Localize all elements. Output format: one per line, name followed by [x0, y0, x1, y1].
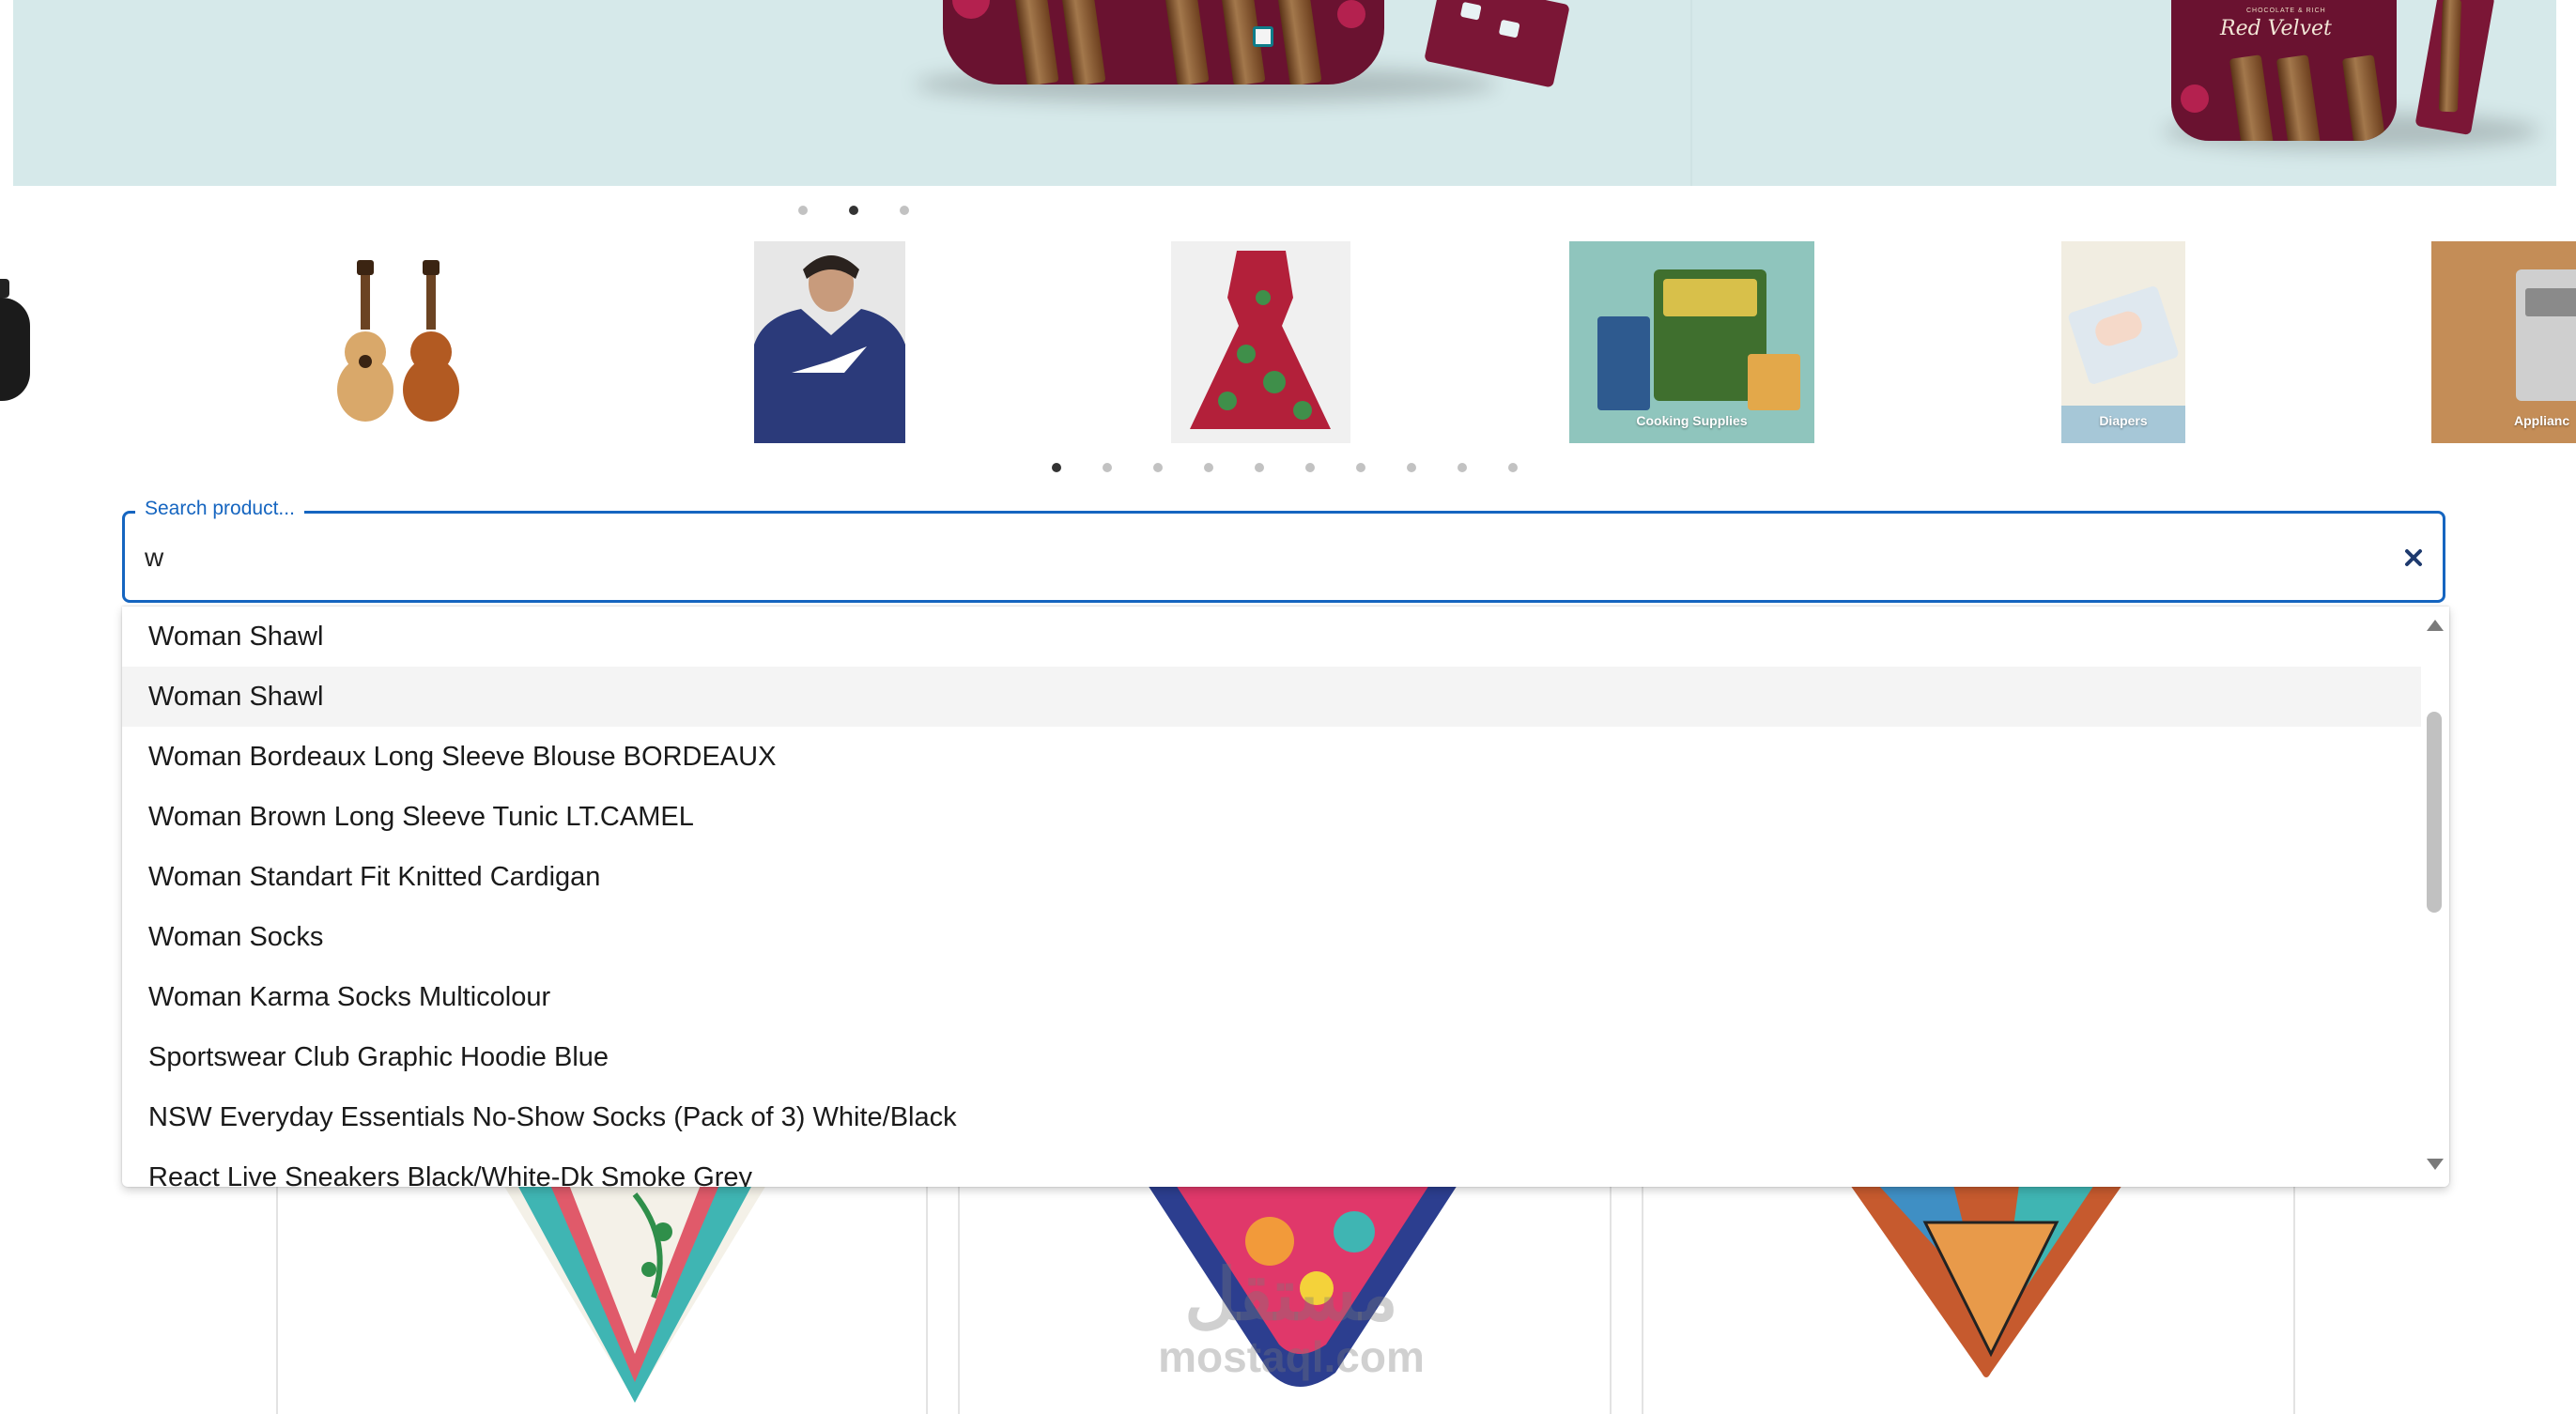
carousel-dot[interactable]: [900, 206, 909, 215]
carousel-dot[interactable]: [1458, 463, 1467, 472]
product-tub-image: [943, 0, 1384, 85]
category-appliances[interactable]: Applianc: [2431, 241, 2576, 443]
result-option[interactable]: Woman Standart Fit Knitted Cardigan: [122, 847, 2421, 907]
carousel-dot[interactable]: [1508, 463, 1518, 472]
result-option-highlighted[interactable]: Woman Shawl: [122, 667, 2421, 727]
dress-icon: [1190, 251, 1331, 429]
hero-banner[interactable]: CHOCOLATE & RICH Red Velvet: [13, 0, 2556, 186]
result-option[interactable]: Woman Bordeaux Long Sleeve Blouse BORDEA…: [122, 727, 2421, 787]
category-label: Diapers: [2099, 413, 2148, 428]
shawl-image: [503, 1185, 766, 1403]
close-icon[interactable]: [2400, 545, 2427, 571]
carousel-dot[interactable]: [1103, 463, 1112, 472]
search-results-dropdown: Woman Shawl Woman Shawl Woman Bordeaux L…: [122, 607, 2449, 1187]
watermark: مستقل mostaql.com: [1132, 1255, 1451, 1381]
carousel-dot[interactable]: [1407, 463, 1416, 472]
scroll-down-icon[interactable]: [2427, 1159, 2444, 1170]
carousel-dot[interactable]: [1305, 463, 1315, 472]
result-option[interactable]: Woman Brown Long Sleeve Tunic LT.CAMEL: [122, 787, 2421, 847]
category-guitars[interactable]: [319, 241, 479, 443]
result-option[interactable]: NSW Everyday Essentials No-Show Socks (P…: [122, 1087, 2421, 1147]
category-label: Applianc: [2514, 413, 2570, 428]
category-speaker[interactable]: [0, 241, 38, 443]
product-card[interactable]: [1642, 1185, 2295, 1414]
carousel-dot[interactable]: [1153, 463, 1163, 472]
result-option[interactable]: React Live Sneakers Black/White-Dk Smoke…: [122, 1147, 2421, 1187]
result-option[interactable]: Woman Shawl: [122, 607, 2421, 667]
watermark-latin: mostaql.com: [1158, 1332, 1425, 1381]
product-card[interactable]: [276, 1185, 928, 1414]
carousel-dot[interactable]: [798, 206, 808, 215]
scroll-up-icon[interactable]: [2427, 620, 2444, 631]
category-dress[interactable]: [1171, 241, 1350, 443]
carousel-dot-active[interactable]: [1052, 463, 1061, 472]
product-tub-image: CHOCOLATE & RICH Red Velvet: [2171, 0, 2397, 141]
scrollbar-thumb[interactable]: [2427, 712, 2442, 913]
banner-divider: [1690, 0, 1692, 186]
watermark-arabic: مستقل: [1184, 1255, 1398, 1335]
guitar-icon: [337, 260, 459, 422]
product-sachet-image: [2414, 0, 2495, 136]
search-label: Search product...: [135, 498, 304, 520]
result-option[interactable]: Woman Socks: [122, 907, 2421, 967]
category-hoodie[interactable]: [754, 241, 905, 443]
brand-logo-text: Red Velvet: [2220, 17, 2332, 40]
category-diapers[interactable]: Diapers: [2061, 241, 2185, 443]
carousel-dot[interactable]: [1255, 463, 1264, 472]
search-input[interactable]: [145, 541, 2305, 575]
speaker-icon: [0, 298, 30, 401]
category-label: Cooking Supplies: [1636, 413, 1748, 428]
carousel-dot[interactable]: [1356, 463, 1365, 472]
result-option[interactable]: Sportswear Club Graphic Hoodie Blue: [122, 1027, 2421, 1087]
shawl-image: [1850, 1185, 2122, 1377]
carousel-dot-active[interactable]: [849, 206, 858, 215]
brand-subtitle: CHOCOLATE & RICH: [2246, 8, 2326, 14]
result-option[interactable]: Woman Karma Socks Multicolour: [122, 967, 2421, 1027]
carousel-dot[interactable]: [1204, 463, 1213, 472]
hoodie-icon: [754, 255, 905, 443]
category-cooking-supplies[interactable]: Cooking Supplies: [1569, 241, 1814, 443]
